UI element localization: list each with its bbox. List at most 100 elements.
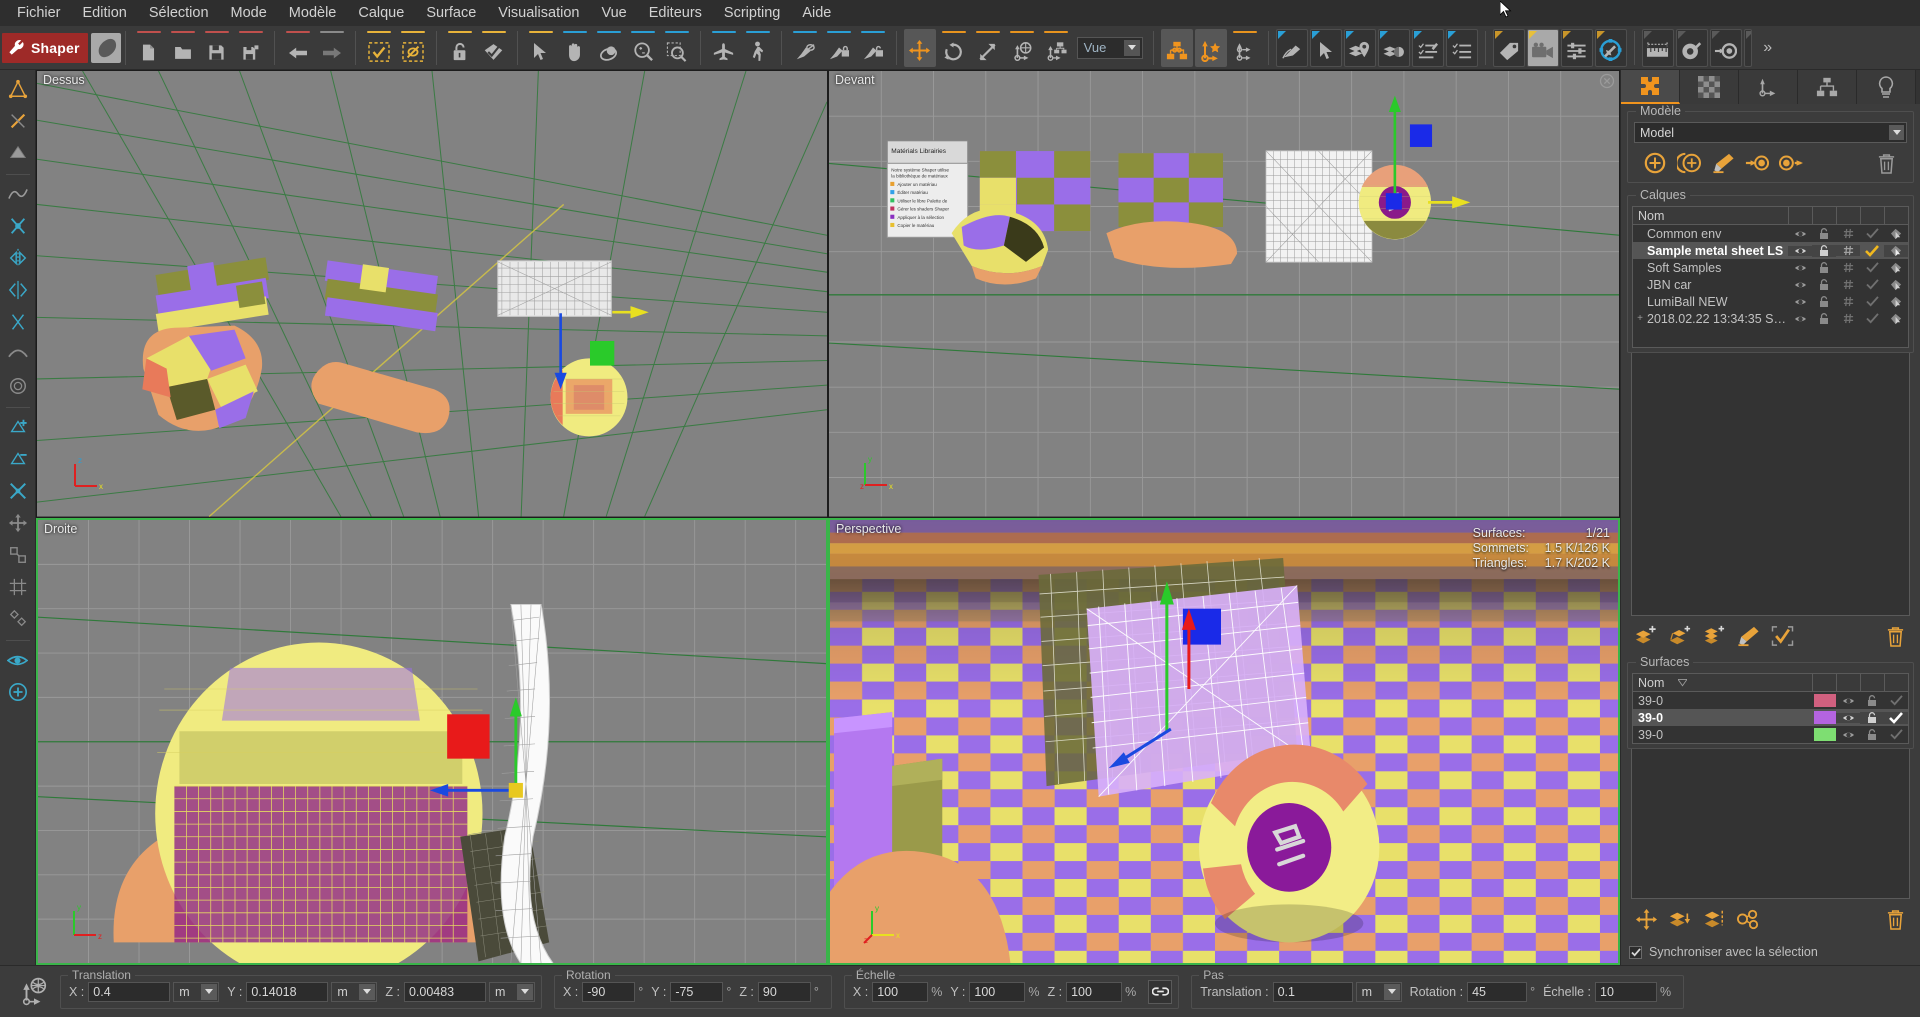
lock-icon[interactable] [1812, 278, 1836, 291]
menu-modele[interactable]: Modèle [278, 2, 348, 24]
view-mode-combo[interactable]: Vue [1076, 36, 1143, 59]
delete-model-button[interactable] [1869, 150, 1903, 176]
surface-color-swatch[interactable] [1814, 728, 1836, 741]
viewport-perspective[interactable]: Surfaces: 1/21 Sommets: 1.5 K/126 K Tria… [828, 517, 1620, 965]
lock-icon[interactable] [1812, 227, 1836, 240]
tool-mirror-icon[interactable] [3, 243, 33, 273]
toolbar-overflow-button[interactable]: » [1756, 26, 1780, 70]
menu-mode[interactable]: Mode [220, 2, 278, 24]
settings-sliders-button[interactable] [1560, 28, 1593, 67]
visibility-icon[interactable] [1788, 314, 1812, 324]
fly-tool-button[interactable] [708, 29, 740, 67]
tool-mirror2-icon[interactable] [3, 275, 33, 305]
viewport-devant[interactable]: Matérials Librairies Notre système Shape… [828, 70, 1620, 518]
tree-expander[interactable]: + [1633, 313, 1647, 324]
chevron-down-icon[interactable] [516, 983, 533, 1000]
pivot-star-button[interactable] [1194, 28, 1227, 67]
paint-layer-button[interactable] [1731, 622, 1765, 650]
lock-icon[interactable] [1812, 261, 1836, 274]
tool-diamond-icon[interactable] [3, 604, 33, 634]
hash-icon[interactable] [1836, 228, 1860, 239]
rotation-y-input[interactable]: -75 [670, 981, 724, 1002]
translation-x-unit-combo[interactable]: m [173, 981, 220, 1002]
visibility-icon[interactable] [1836, 730, 1860, 740]
zoom-window-tool-button[interactable] [661, 29, 693, 67]
pick-icon[interactable] [1884, 279, 1908, 291]
table-row[interactable]: + 2018.02.22 13:34:35 Step C:/... [1633, 310, 1908, 327]
pointer-tool-button[interactable] [525, 29, 557, 67]
menu-aide[interactable]: Aide [791, 2, 842, 24]
tool-move-node-icon[interactable] [3, 508, 33, 538]
visibility-icon[interactable] [1788, 245, 1812, 256]
table-row[interactable]: 39-0 [1633, 709, 1908, 726]
rotation-z-input[interactable]: 90 [757, 981, 811, 1002]
duplicate-model-button[interactable] [1672, 150, 1706, 176]
orbit-tool-button[interactable] [593, 29, 625, 67]
chevron-down-icon[interactable] [201, 983, 218, 1000]
delete-surface-button[interactable] [1878, 905, 1912, 933]
active-check-icon[interactable] [1884, 729, 1908, 740]
menu-surface[interactable]: Surface [415, 2, 487, 24]
select-none-button[interactable] [397, 29, 429, 67]
tool-cut-icon[interactable] [3, 211, 33, 241]
menu-editeurs[interactable]: Editeurs [638, 2, 713, 24]
validate-layer-button[interactable] [1765, 622, 1799, 650]
tool-add-point-icon[interactable] [3, 412, 33, 442]
camera-free-button[interactable] [789, 29, 821, 67]
menu-fichier[interactable]: Fichier [6, 2, 72, 24]
lock-icon[interactable] [1860, 728, 1884, 741]
active-check-icon[interactable] [1860, 244, 1884, 257]
transform-gizmo-icon[interactable] [8, 977, 60, 1007]
scale-z-input[interactable]: 100 [1066, 981, 1123, 1002]
layers-material-editor-button[interactable] [1377, 28, 1410, 67]
paint-model-button[interactable] [1706, 150, 1740, 176]
menu-edition[interactable]: Edition [72, 2, 138, 24]
table-row[interactable]: Common env [1633, 225, 1908, 242]
hash-icon[interactable] [1836, 296, 1860, 307]
menu-vue[interactable]: Vue [590, 2, 637, 24]
hash-icon[interactable] [1836, 313, 1860, 324]
export-model-button[interactable] [1774, 150, 1808, 176]
rotate-gizmo-button[interactable] [938, 29, 970, 67]
tool-symmetry-icon[interactable] [3, 307, 33, 337]
shaper-brand-button[interactable]: Shaper [2, 32, 88, 63]
menu-visualisation[interactable]: Visualisation [487, 2, 590, 24]
chevron-down-icon[interactable] [1889, 125, 1904, 140]
chevron-down-icon[interactable] [1123, 39, 1140, 56]
pick-icon[interactable] [1884, 262, 1908, 274]
visibility-icon[interactable] [1788, 280, 1812, 290]
sort-icon[interactable] [1678, 678, 1688, 687]
lock-icon[interactable] [1812, 295, 1836, 308]
scale-y-input[interactable]: 100 [969, 981, 1026, 1002]
camera-editor-button[interactable] [1526, 28, 1559, 67]
tool-smooth-icon[interactable] [3, 339, 33, 369]
active-check-icon[interactable] [1884, 711, 1908, 724]
pick-icon[interactable] [1884, 313, 1908, 325]
unlock-button[interactable] [444, 29, 476, 67]
active-check-icon[interactable] [1860, 228, 1884, 239]
menu-scripting[interactable]: Scripting [713, 2, 791, 24]
surface-color-swatch[interactable] [1814, 711, 1836, 724]
pick-icon[interactable] [1884, 296, 1908, 308]
hash-icon[interactable] [1836, 262, 1860, 273]
render-settings-button[interactable] [1594, 28, 1627, 67]
lock-icon[interactable] [1860, 694, 1884, 707]
sync-selection-row[interactable]: Synchroniser avec la sélection [1621, 939, 1920, 965]
translation-x-input[interactable]: 0.4 [88, 981, 171, 1002]
tool-grid-icon[interactable] [3, 572, 33, 602]
apply-target-button[interactable] [1709, 28, 1742, 67]
translation-z-input[interactable]: 0.00483 [403, 981, 486, 1002]
scale-x-input[interactable]: 100 [872, 981, 929, 1002]
select-validate-button[interactable] [363, 29, 395, 67]
pick-icon[interactable] [1884, 228, 1908, 240]
surface-tools-button[interactable] [1731, 905, 1765, 933]
add-model-button[interactable] [1638, 150, 1672, 176]
table-row[interactable]: 39-0 [1633, 692, 1908, 709]
tab-scene[interactable] [1621, 70, 1680, 104]
tool-snap-icon[interactable] [3, 540, 33, 570]
step-translation-input[interactable]: 0.1 [1272, 981, 1353, 1002]
surfaces-list[interactable]: 39-0 39-0 39-0 [1632, 692, 1909, 744]
pan-tool-button[interactable] [559, 29, 591, 67]
visibility-icon[interactable] [1788, 229, 1812, 239]
move-surface-button[interactable] [1629, 905, 1663, 933]
